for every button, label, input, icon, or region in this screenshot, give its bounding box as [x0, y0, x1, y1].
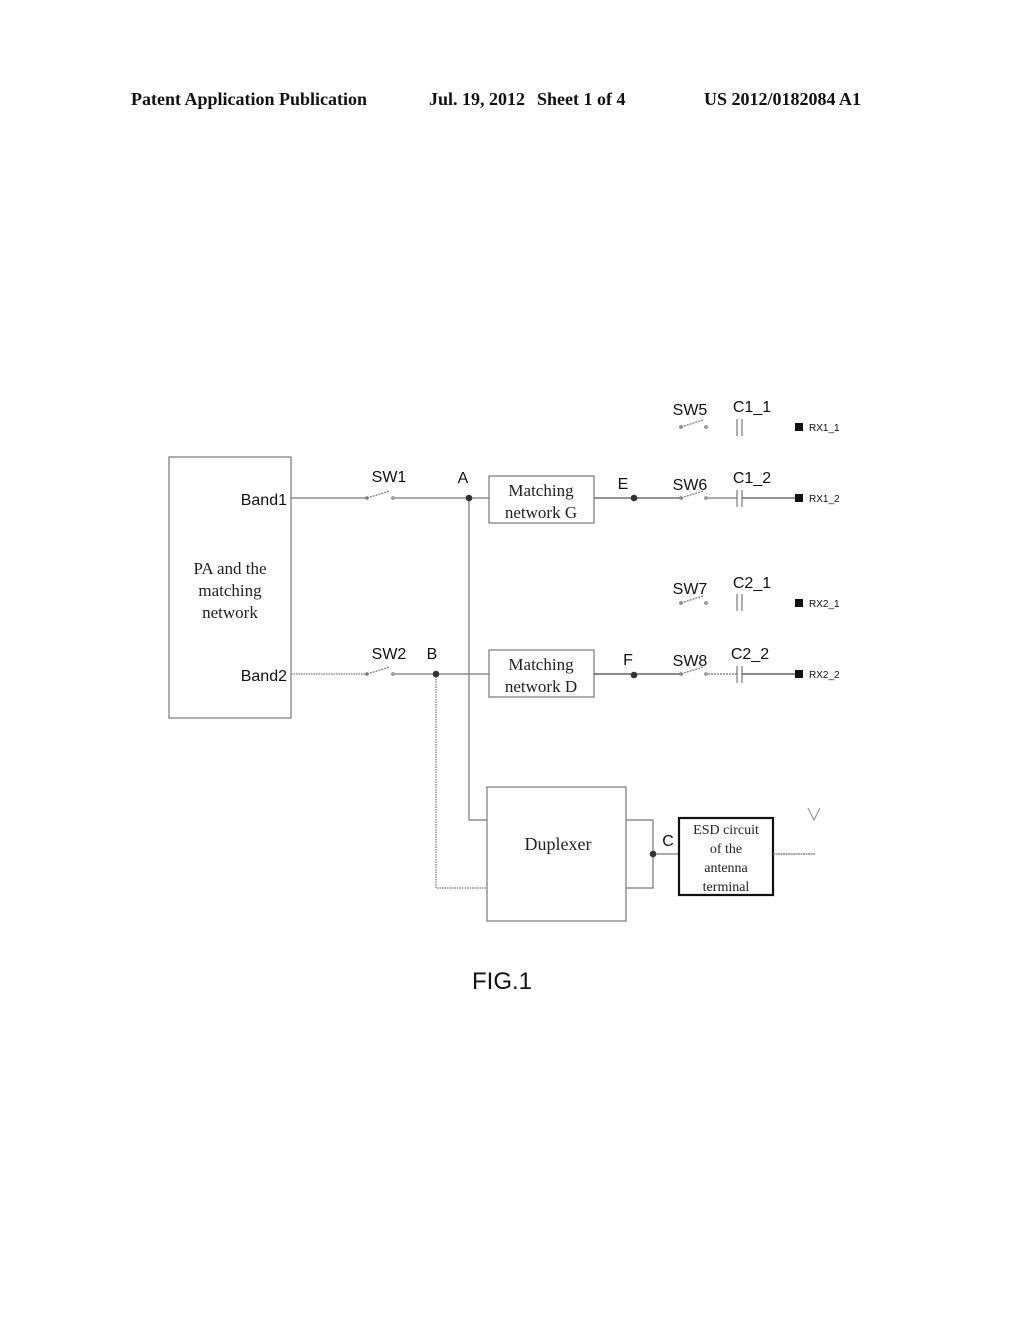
- node-e-dot: [630, 494, 638, 502]
- node-b-dot: [432, 670, 440, 678]
- matching-d-label-line1: Matching: [508, 655, 574, 674]
- wire-duplexer-c: [626, 819, 654, 889]
- switch-sw2: [365, 666, 395, 676]
- antenna-icon: [807, 807, 821, 822]
- rx1-1-label: RX1_1: [809, 423, 840, 434]
- matching-d-label-line2: network D: [505, 677, 577, 696]
- port-rx2-1-square: [795, 599, 803, 607]
- pa-label-line3: network: [202, 603, 258, 622]
- capacitor-c2-2: [736, 666, 743, 683]
- figure-caption: FIG.1: [472, 968, 533, 995]
- node-a-label: A: [458, 470, 469, 487]
- c1-1-label: C1_1: [733, 399, 771, 416]
- matching-g-label-line2: network G: [505, 503, 577, 522]
- node-f-dot: [630, 671, 638, 679]
- rx2-1-label: RX2_1: [809, 599, 840, 610]
- circuit-diagram: PA and the matching network Band1 Band2 …: [168, 399, 840, 922]
- port-rx1-2-square: [795, 494, 803, 502]
- port-rx2-2-square: [795, 670, 803, 678]
- sw1-label: SW1: [372, 469, 407, 486]
- node-e-label: E: [618, 476, 629, 493]
- pa-label-line2: matching: [198, 581, 262, 600]
- band2-label: Band2: [241, 668, 287, 685]
- sw6-label: SW6: [673, 477, 708, 494]
- matching-g-label-line1: Matching: [508, 481, 574, 500]
- rx1-2-label: RX1_2: [809, 494, 840, 505]
- duplexer-block: [486, 786, 627, 922]
- capacitor-c1-2: [736, 490, 743, 507]
- sw5-label: SW5: [673, 402, 708, 419]
- rx2-2-label: RX2_2: [809, 670, 840, 681]
- sw7-label: SW7: [673, 581, 708, 598]
- c1-2-label: C1_2: [733, 470, 771, 487]
- capacitor-c2-1: [736, 594, 743, 611]
- duplexer-label: Duplexer: [525, 834, 592, 854]
- wire-a-duplexer: [468, 498, 487, 821]
- c2-2-label: C2_2: [731, 646, 769, 663]
- port-rx1-1-square: [795, 423, 803, 431]
- switch-sw1: [365, 490, 395, 500]
- esd-label-line3: antenna: [704, 861, 748, 876]
- wire-b-duplexer: [435, 674, 487, 889]
- capacitor-c1-1: [736, 419, 743, 436]
- sw8-label: SW8: [673, 653, 708, 670]
- node-f-label: F: [623, 652, 633, 669]
- node-b-label: B: [427, 646, 438, 663]
- esd-label-line1: ESD circuit: [693, 823, 759, 838]
- esd-label-line4: terminal: [703, 880, 750, 895]
- c2-1-label: C2_1: [733, 575, 771, 592]
- node-a-dot: [465, 494, 473, 502]
- node-c-dot: [649, 850, 657, 858]
- pa-label-line1: PA and the: [193, 559, 266, 578]
- switch-sw5: [679, 419, 708, 429]
- node-c-label: C: [662, 833, 674, 850]
- esd-label-line2: of the: [710, 842, 742, 857]
- sw2-label: SW2: [372, 646, 407, 663]
- band1-label: Band1: [241, 492, 287, 509]
